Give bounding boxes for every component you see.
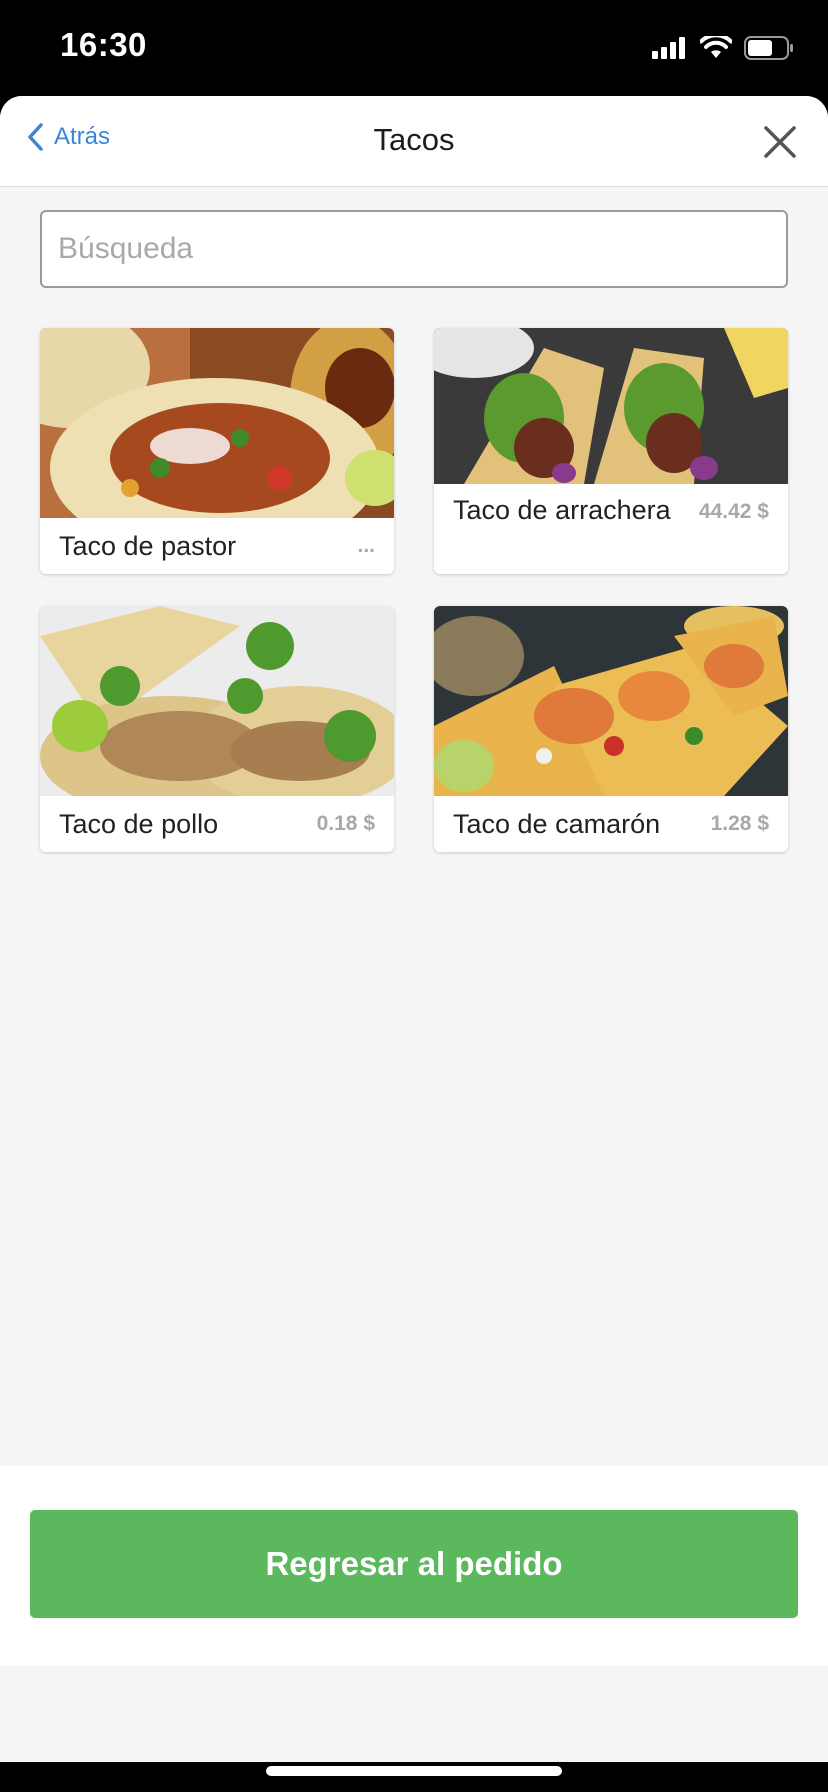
product-card-pastor[interactable]: Taco de pastor ... xyxy=(40,328,394,574)
status-icons xyxy=(652,36,794,60)
nav-bar: Atrás Tacos xyxy=(0,96,828,187)
status-time: 16:30 xyxy=(60,26,147,63)
product-name: Taco de pastor xyxy=(59,531,237,561)
product-name: Taco de camarón xyxy=(453,809,661,839)
battery-icon xyxy=(744,36,793,60)
bottom-bar: Regresar al pedido xyxy=(0,1466,828,1666)
product-price: 0.18 $ xyxy=(316,812,375,835)
product-price: 44.42 $ xyxy=(698,500,769,523)
page-title: Tacos xyxy=(373,122,455,157)
product-card-arrachera[interactable]: Taco de arrachera 44.42 $ xyxy=(434,328,788,574)
product-name: Taco de arrachera xyxy=(453,495,671,525)
wifi-icon xyxy=(700,36,732,58)
product-card-camaron[interactable]: Taco de camarón 1.28 $ xyxy=(434,606,788,852)
search-input[interactable] xyxy=(42,212,786,286)
product-image-pollo xyxy=(40,606,394,796)
product-image-camaron xyxy=(434,606,788,796)
product-card-pollo[interactable]: Taco de pollo 0.18 $ xyxy=(40,606,394,852)
product-price: ... xyxy=(357,534,375,557)
product-price: 1.28 $ xyxy=(710,812,769,835)
return-to-order-button[interactable]: Regresar al pedido xyxy=(30,1510,798,1618)
product-image-pastor xyxy=(40,328,394,518)
product-image-arrachera xyxy=(434,328,788,484)
product-name: Taco de pollo xyxy=(59,809,219,839)
close-icon[interactable] xyxy=(762,124,798,160)
search-field[interactable] xyxy=(40,210,788,288)
home-indicator[interactable] xyxy=(266,1766,562,1776)
status-bar: 16:30 xyxy=(0,0,828,96)
signal-icon xyxy=(652,37,685,59)
